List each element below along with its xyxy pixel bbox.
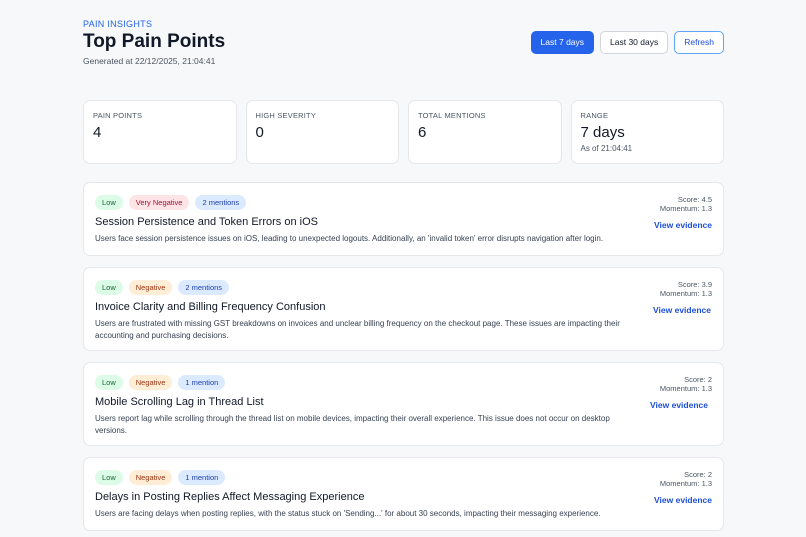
severity-badge: Low [95,470,123,485]
stat-card-pain-points: PAIN POINTS 4 [83,100,237,164]
stat-label: HIGH SEVERITY [255,111,317,120]
pain-point-meta: Score: 2 Momentum: 1.3 View evidence [654,470,712,506]
mentions-badge: 1 mention [178,470,226,485]
mentions-badge: 1 mention [178,375,226,390]
stat-value: 6 [418,124,427,141]
pain-point-description: Users are frustrated with missing GST br… [95,319,620,340]
stat-card-total-mentions: TOTAL MENTIONS 6 [408,100,562,164]
sentiment-badge: Negative [128,280,173,295]
badge-row: Low Negative 1 mention [95,470,633,485]
last-7-days-button[interactable]: Last 7 days [530,31,595,54]
badge-row: Low Negative 2 mentions [95,280,633,295]
stat-value: 0 [255,124,264,141]
stat-value: 7 days [580,124,625,141]
pain-point-description: Users are facing delays when posting rep… [95,509,601,518]
pain-point-title: Invoice Clarity and Billing Frequency Co… [95,301,326,313]
pain-point-card: Low Negative 2 mentions Invoice Clarity … [83,267,724,351]
pain-point-meta: Score: 3.9 Momentum: 1.3 View evidence [652,280,712,316]
section-eyebrow: PAIN INSIGHTS [83,19,153,29]
mentions-badge: 2 mentions [195,195,247,210]
momentum-text: Momentum: 1.3 [659,204,712,213]
view-evidence-link[interactable]: View evidence [654,219,712,231]
pain-point-card: Low Negative 1 mention Mobile Scrolling … [83,362,724,446]
sentiment-badge: Negative [128,470,173,485]
stat-card-high-severity: HIGH SEVERITY 0 [245,100,399,164]
pain-point-description: Users report lag while scrolling through… [95,414,610,435]
generated-timestamp: Generated at 22/12/2025, 21:04:41 [83,56,216,66]
stat-subtext: As of 21:04:41 [580,144,633,153]
momentum-text: Momentum: 1.3 [659,384,712,393]
sentiment-badge: Negative [128,375,173,390]
score-text: Score: 2 [684,470,712,479]
badge-row: Low Negative 1 mention [95,375,633,390]
pain-point-title: Mobile Scrolling Lag in Thread List [95,396,264,408]
mentions-badge: 2 mentions [178,280,230,295]
stat-label: RANGE [580,111,609,120]
pain-point-meta: Score: 2 Momentum: 1.3 View evidence [646,375,712,411]
stat-label: PAIN POINTS [93,111,143,120]
pain-point-description: Users face session persistence issues on… [95,234,604,243]
view-evidence-link[interactable]: View evidence [646,399,712,411]
severity-badge: Low [95,280,123,295]
severity-badge: Low [95,195,123,210]
stat-card-range: RANGE 7 days As of 21:04:41 [570,100,724,164]
score-text: Score: 3.9 [677,280,712,289]
momentum-text: Momentum: 1.3 [659,289,712,298]
pain-point-title: Session Persistence and Token Errors on … [95,216,318,228]
score-text: Score: 2 [684,375,712,384]
last-30-days-button[interactable]: Last 30 days [600,31,669,54]
page-header: PAIN INSIGHTS Top Pain Points Generated … [83,19,724,89]
stats-row: PAIN POINTS 4 HIGH SEVERITY 0 TOTAL MENT… [83,100,724,164]
stat-label: TOTAL MENTIONS [418,111,486,120]
view-evidence-link[interactable]: View evidence [654,494,712,506]
view-evidence-link[interactable]: View evidence [652,304,712,316]
refresh-button[interactable]: Refresh [674,31,724,54]
range-controls: Last 7 days Last 30 days Refresh [530,31,724,54]
pain-point-list: Low Very Negative 2 mentions Session Per… [83,182,724,531]
pain-point-meta: Score: 4.5 Momentum: 1.3 View evidence [654,195,712,231]
sentiment-badge: Very Negative [128,195,190,210]
score-text: Score: 4.5 [677,195,712,204]
momentum-text: Momentum: 1.3 [659,479,712,488]
severity-badge: Low [95,375,123,390]
stat-value: 4 [93,124,102,141]
pain-point-card: Low Negative 1 mention Delays in Posting… [83,457,724,531]
pain-point-title: Delays in Posting Replies Affect Messagi… [95,491,365,503]
pain-insights-page: PAIN INSIGHTS Top Pain Points Generated … [0,0,806,537]
pain-point-card: Low Very Negative 2 mentions Session Per… [83,182,724,256]
badge-row: Low Very Negative 2 mentions [95,195,633,210]
